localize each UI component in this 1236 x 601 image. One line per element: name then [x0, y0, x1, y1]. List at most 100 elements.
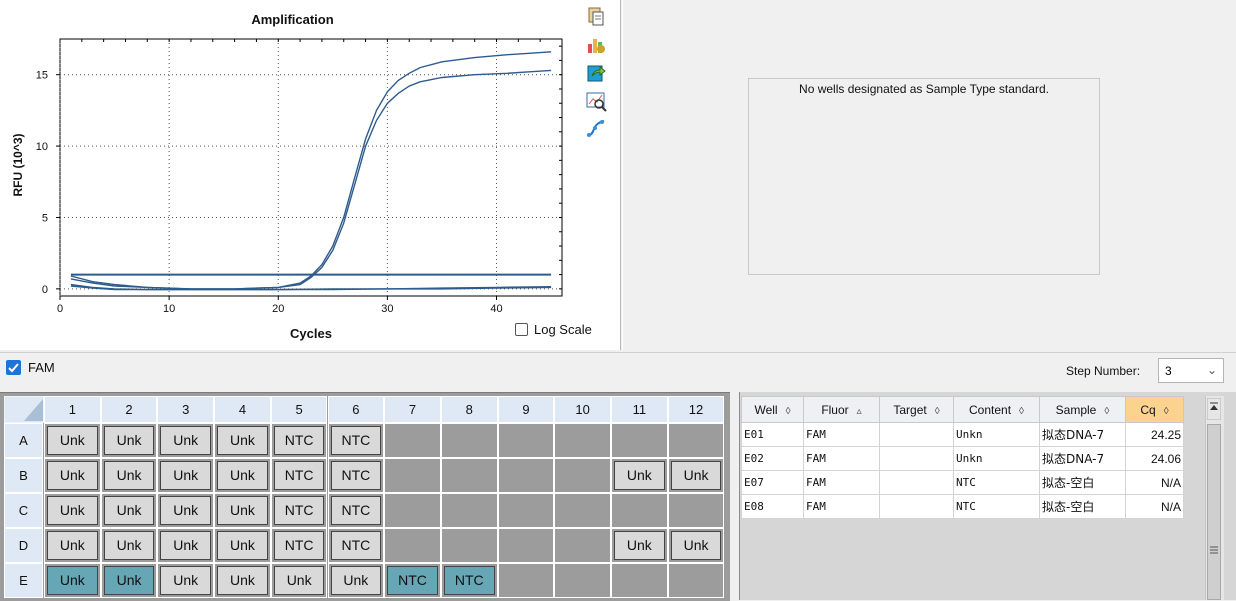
chart-settings-icon[interactable]	[585, 34, 607, 56]
well-E2[interactable]: Unk	[100, 563, 158, 598]
table-cell-well[interactable]: E01	[741, 422, 804, 447]
table-scroll-thumb[interactable]	[1207, 424, 1221, 600]
well-A1[interactable]: Unk	[44, 423, 101, 458]
well-C7[interactable]	[384, 493, 441, 528]
well-D7[interactable]	[384, 528, 441, 563]
well-B8[interactable]	[440, 458, 498, 493]
table-cell-sample[interactable]: 拟态DNA-7	[1039, 446, 1126, 471]
sort-icon[interactable]: ◊	[1104, 406, 1109, 417]
well-C11[interactable]	[611, 493, 668, 528]
well-D2[interactable]: Unk	[100, 528, 158, 563]
step-number-select[interactable]: 3 ⌄	[1158, 358, 1224, 383]
sort-icon[interactable]: ▵	[857, 406, 862, 417]
table-cell-target[interactable]	[879, 446, 954, 471]
table-cell-content[interactable]: Unkn	[953, 422, 1040, 447]
table-row[interactable]: E07 FAM NTC 拟态-空白 N/A	[741, 470, 1184, 495]
well-A10[interactable]	[554, 423, 611, 458]
well-C9[interactable]	[497, 493, 555, 528]
table-cell-sample[interactable]: 拟态-空白	[1039, 470, 1126, 495]
table-row[interactable]: E08 FAM NTC 拟态-空白 N/A	[741, 494, 1184, 519]
well-A5[interactable]: NTC	[270, 423, 328, 458]
row-header-C[interactable]: C	[4, 493, 43, 528]
well-C4[interactable]: Unk	[214, 493, 271, 528]
column-header-8[interactable]: 8	[440, 396, 498, 423]
well-A7[interactable]	[384, 423, 441, 458]
fam-checkbox[interactable]	[6, 360, 21, 375]
table-cell-cq[interactable]: 24.06	[1125, 446, 1184, 471]
table-cell-well[interactable]: E02	[741, 446, 804, 471]
column-header-6[interactable]: 6	[327, 396, 385, 423]
well-C8[interactable]	[440, 493, 498, 528]
row-header-B[interactable]: B	[4, 458, 43, 493]
well-A12[interactable]	[667, 423, 725, 458]
column-header-sample[interactable]: Sample ◊	[1039, 396, 1126, 423]
column-header-cq[interactable]: Cq ◊	[1125, 396, 1184, 423]
well-B12[interactable]: Unk	[667, 458, 725, 493]
row-header-E[interactable]: E	[4, 563, 43, 598]
well-C3[interactable]: Unk	[157, 493, 215, 528]
well-D1[interactable]: Unk	[44, 528, 101, 563]
table-row[interactable]: E02 FAM Unkn 拟态DNA-7 24.06	[741, 446, 1184, 471]
well-E12[interactable]	[667, 563, 725, 598]
table-cell-fluor[interactable]: FAM	[803, 422, 880, 447]
column-header-12[interactable]: 12	[667, 396, 725, 423]
plate-select-all-corner[interactable]	[4, 396, 44, 423]
amplification-chart[interactable]: 0 10 20 30 40 0 5 10 15	[0, 0, 620, 350]
well-C6[interactable]: NTC	[327, 493, 385, 528]
well-D12[interactable]: Unk	[667, 528, 725, 563]
well-D11[interactable]: Unk	[611, 528, 668, 563]
well-D4[interactable]: Unk	[214, 528, 271, 563]
column-header-5[interactable]: 5	[270, 396, 328, 423]
table-cell-content[interactable]: Unkn	[953, 446, 1040, 471]
well-E7[interactable]: NTC	[384, 563, 441, 598]
column-header-7[interactable]: 7	[384, 396, 441, 423]
table-cell-target[interactable]	[879, 494, 954, 519]
well-A2[interactable]: Unk	[100, 423, 158, 458]
sort-icon[interactable]: ◊	[1164, 406, 1169, 417]
zoom-chart-icon[interactable]	[585, 90, 607, 112]
well-A11[interactable]	[611, 423, 668, 458]
well-B1[interactable]: Unk	[44, 458, 101, 493]
well-A6[interactable]: NTC	[327, 423, 385, 458]
well-E11[interactable]	[611, 563, 668, 598]
table-cell-target[interactable]	[879, 470, 954, 495]
sort-icon[interactable]: ◊	[935, 406, 940, 417]
column-header-3[interactable]: 3	[157, 396, 215, 423]
table-cell-cq[interactable]: N/A	[1125, 494, 1184, 519]
row-header-D[interactable]: D	[4, 528, 43, 563]
well-B10[interactable]	[554, 458, 611, 493]
well-C12[interactable]	[667, 493, 725, 528]
well-A9[interactable]	[497, 423, 555, 458]
column-header-content[interactable]: Content ◊	[953, 396, 1040, 423]
well-A3[interactable]: Unk	[157, 423, 215, 458]
well-E1[interactable]: Unk	[44, 563, 101, 598]
table-cell-content[interactable]: NTC	[953, 470, 1040, 495]
well-E8[interactable]: NTC	[440, 563, 498, 598]
column-header-4[interactable]: 4	[214, 396, 271, 423]
well-C2[interactable]: Unk	[100, 493, 158, 528]
well-E6[interactable]: Unk	[327, 563, 385, 598]
well-D8[interactable]	[440, 528, 498, 563]
well-B11[interactable]: Unk	[611, 458, 668, 493]
well-B2[interactable]: Unk	[100, 458, 158, 493]
well-A8[interactable]	[440, 423, 498, 458]
scroll-up-icon[interactable]	[1207, 398, 1221, 420]
column-header-10[interactable]: 10	[554, 396, 611, 423]
column-header-well[interactable]: Well ◊	[741, 396, 804, 423]
well-B6[interactable]: NTC	[327, 458, 385, 493]
well-D9[interactable]	[497, 528, 555, 563]
table-cell-fluor[interactable]: FAM	[803, 446, 880, 471]
curve-fit-icon[interactable]	[585, 118, 607, 140]
well-E9[interactable]	[497, 563, 555, 598]
well-E4[interactable]: Unk	[214, 563, 271, 598]
well-D10[interactable]	[554, 528, 611, 563]
table-cell-fluor[interactable]: FAM	[803, 470, 880, 495]
well-B3[interactable]: Unk	[157, 458, 215, 493]
table-cell-sample[interactable]: 拟态DNA-7	[1039, 422, 1126, 447]
well-D5[interactable]: NTC	[270, 528, 328, 563]
column-header-target[interactable]: Target ◊	[879, 396, 954, 423]
column-header-2[interactable]: 2	[100, 396, 158, 423]
well-A4[interactable]: Unk	[214, 423, 271, 458]
well-B9[interactable]	[497, 458, 555, 493]
table-cell-sample[interactable]: 拟态-空白	[1039, 494, 1126, 519]
